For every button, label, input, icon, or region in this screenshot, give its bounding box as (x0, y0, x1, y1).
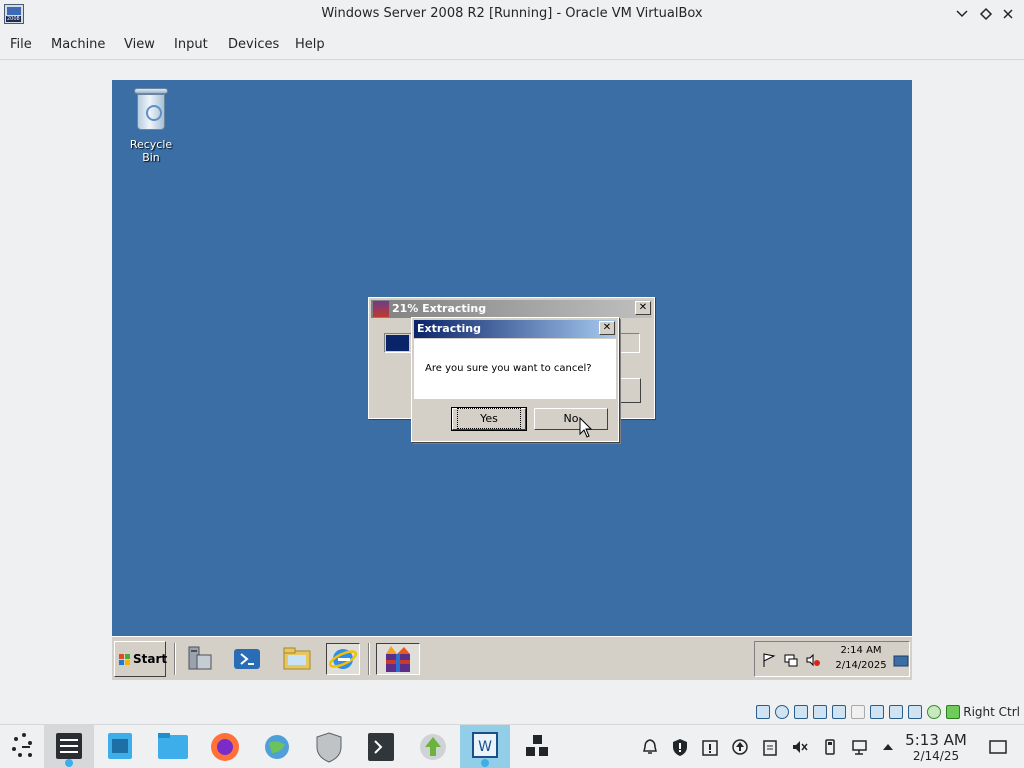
host-titlebar[interactable]: 2008 Windows Server 2008 R2 [Running] - … (0, 0, 1024, 30)
vbox-status-bar: Right Ctrl (750, 703, 1024, 723)
hard-disk-icon[interactable] (756, 705, 770, 719)
virtualbox-manager-icon[interactable] (512, 725, 562, 768)
security-status-icon[interactable] (670, 737, 690, 757)
start-label: Start (133, 652, 168, 666)
application-launcher-icon[interactable] (0, 725, 50, 768)
virtualbox-vm-task-icon[interactable]: W (460, 725, 510, 768)
audio-icon[interactable] (794, 705, 808, 719)
powershell-icon[interactable] (230, 643, 264, 675)
host-key-label: Right Ctrl (963, 705, 1020, 719)
clipboard-icon[interactable] (760, 737, 780, 757)
updater-icon[interactable] (408, 725, 458, 768)
confirm-cancel-titlebar[interactable]: Extracting ✕ (414, 320, 616, 338)
close-icon[interactable]: ✕ (599, 321, 615, 335)
maximize-button[interactable] (978, 6, 994, 22)
guest-display[interactable]: Recycle Bin 21% Extracting ✕ Extracting … (112, 80, 912, 680)
network-browser-icon[interactable] (252, 725, 302, 768)
file-manager-icon[interactable] (148, 725, 198, 768)
removable-device-icon[interactable] (820, 737, 840, 757)
guest-clock-time[interactable]: 2:14 AM (835, 645, 887, 656)
network-wired-icon[interactable] (850, 737, 870, 757)
no-button-label: No (563, 412, 579, 425)
video-capture-icon[interactable] (889, 705, 903, 719)
winrar-icon (373, 301, 389, 317)
menu-view[interactable]: View (124, 37, 155, 52)
start-button[interactable]: Start (114, 641, 168, 677)
message-area: Are you sure you want to cancel? (414, 339, 616, 399)
recycle-bin-icon (134, 86, 168, 130)
shared-folders-icon[interactable] (851, 705, 865, 719)
menu-file[interactable]: File (10, 37, 32, 52)
menu-machine[interactable]: Machine (51, 37, 105, 52)
notifications-bell-icon[interactable] (640, 737, 660, 757)
no-button[interactable]: No (534, 408, 608, 430)
volume-muted-icon[interactable] (790, 737, 810, 757)
menubar: File Machine View Input Devices Help (0, 30, 1024, 60)
yes-button-label: Yes (457, 408, 521, 429)
show-desktop-icon[interactable] (988, 737, 1008, 757)
menu-devices[interactable]: Devices (228, 37, 279, 52)
extract-progress-titlebar[interactable]: 21% Extracting ✕ (371, 300, 652, 318)
clipboard-alert-icon[interactable] (700, 737, 720, 757)
host-clock-date: 2/14/25 (912, 749, 960, 763)
display-icon[interactable] (870, 705, 884, 719)
optical-drive-icon[interactable] (775, 705, 789, 719)
volume-muted-icon[interactable] (805, 652, 821, 668)
close-button[interactable] (1000, 6, 1016, 22)
guest-clock-date[interactable]: 2/14/2025 (835, 660, 887, 671)
confirm-cancel-title: Extracting (417, 322, 481, 335)
svg-text:W: W (478, 739, 492, 755)
show-desktop-icon[interactable] (893, 654, 909, 668)
internet-explorer-icon[interactable] (326, 643, 360, 675)
cpu-icon[interactable] (908, 705, 922, 719)
menu-input[interactable]: Input (174, 37, 208, 52)
confirm-message: Are you sure you want to cancel? (425, 363, 592, 374)
system-tray: 2:14 AM 2/14/2025 (754, 641, 910, 677)
host-panel: W 5:13 AM 2/14/25 (0, 724, 1024, 768)
guest-additions-icon[interactable] (927, 705, 941, 719)
action-center-flag-icon[interactable] (761, 652, 777, 668)
recycle-bin-label: Recycle Bin (129, 138, 173, 164)
recycle-bin-shortcut[interactable]: Recycle Bin (120, 86, 182, 164)
system-settings-icon[interactable] (44, 725, 94, 768)
usb-icon[interactable] (832, 705, 846, 719)
discover-icon[interactable] (96, 725, 146, 768)
minimize-button[interactable] (954, 6, 970, 22)
security-shield-icon[interactable] (304, 725, 354, 768)
yes-button[interactable]: Yes (451, 407, 527, 431)
host-clock[interactable]: 5:13 AM 2/14/25 (900, 731, 972, 763)
guest-taskbar: Start 2:14 AM 2/14/2025 (112, 636, 912, 680)
explorer-icon[interactable] (280, 643, 314, 675)
menu-help[interactable]: Help (295, 37, 325, 52)
network-icon[interactable] (783, 652, 799, 668)
mouse-cursor-icon (579, 417, 593, 438)
host-clock-time: 5:13 AM (905, 731, 967, 749)
extract-progress-title: 21% Extracting (392, 302, 487, 315)
server-manager-icon[interactable] (182, 643, 216, 675)
firefox-icon[interactable] (200, 725, 250, 768)
close-icon[interactable]: ✕ (635, 301, 651, 315)
network-adapter-icon[interactable] (813, 705, 827, 719)
windows-logo-icon (119, 654, 131, 666)
mouse-integration-icon[interactable] (946, 705, 960, 719)
update-available-icon[interactable] (730, 737, 750, 757)
tray-expand-arrow-icon[interactable] (878, 737, 898, 757)
terminal-icon[interactable] (356, 725, 406, 768)
winrar-icon[interactable] (376, 643, 420, 675)
window-title: Windows Server 2008 R2 [Running] - Oracl… (321, 6, 703, 21)
